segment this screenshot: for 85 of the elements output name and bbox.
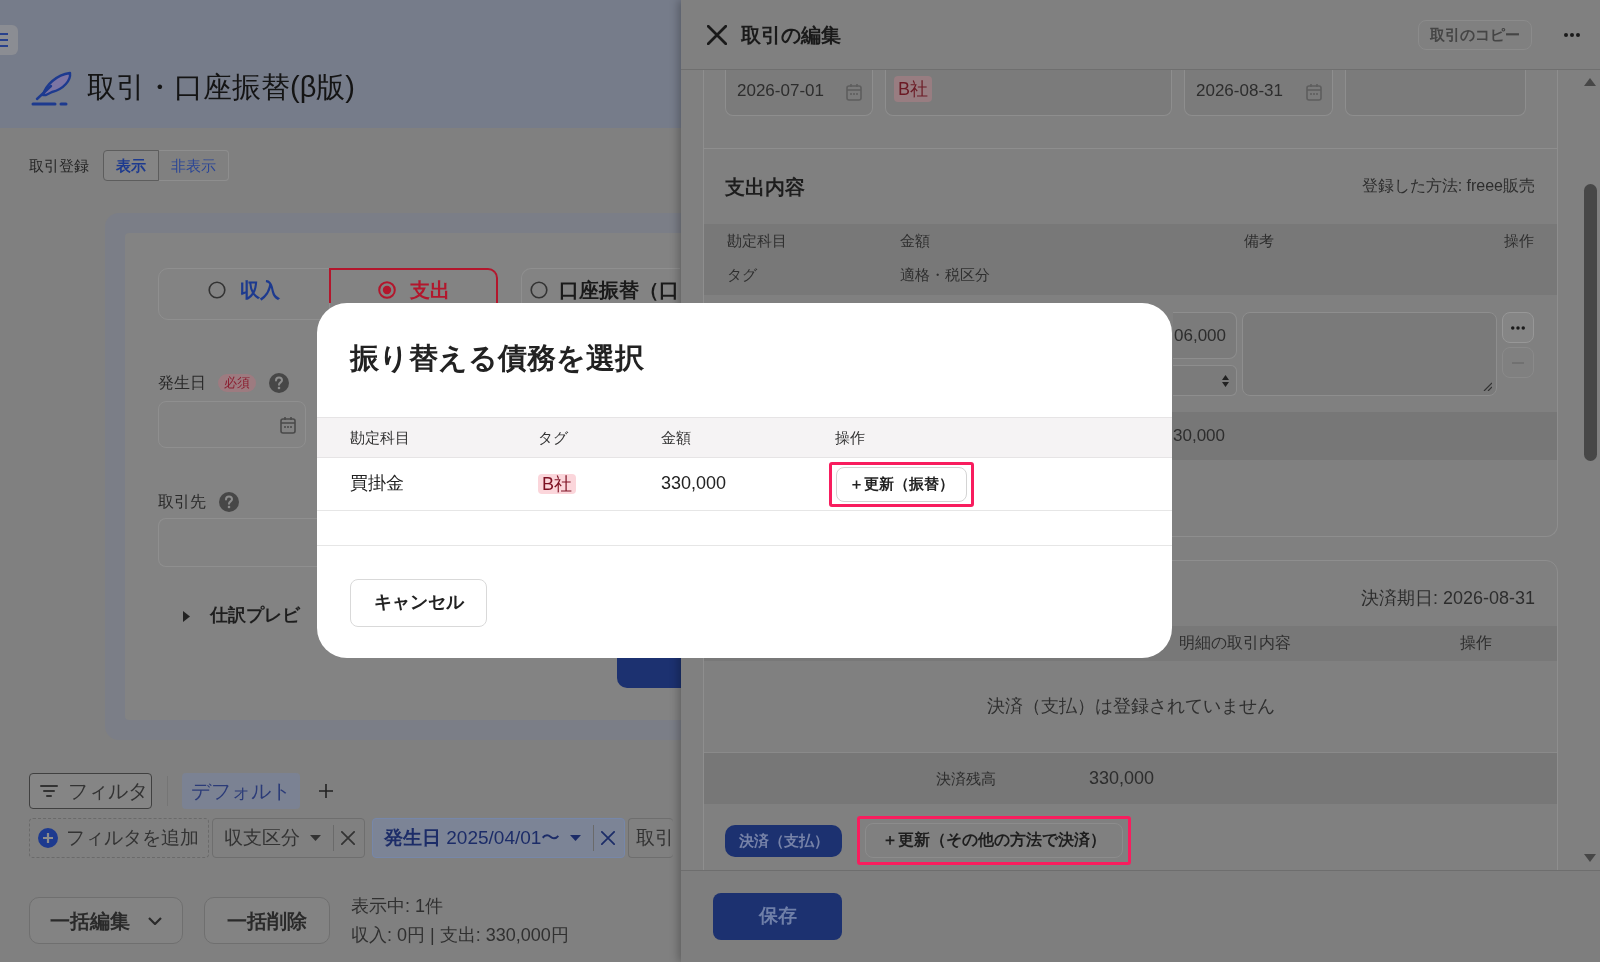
column-header: 明細の取引内容: [1179, 633, 1291, 654]
field-label: 取引登録: [29, 155, 89, 176]
close-button[interactable]: [707, 24, 727, 45]
more-button[interactable]: [1502, 312, 1534, 343]
remove-button[interactable]: [1502, 347, 1534, 378]
column-header: 操作: [1504, 231, 1534, 251]
radio-selected-icon: [377, 281, 396, 299]
more-icon: [1511, 325, 1525, 330]
toggle-option[interactable]: 非表示: [159, 150, 229, 181]
scrollbar-thumb[interactable]: [1583, 184, 1597, 461]
chevron-down-icon: [148, 916, 162, 925]
status-badge: 決済（支払）: [725, 824, 842, 857]
required-badge: 必須: [218, 373, 256, 393]
calendar-icon: [1306, 82, 1322, 101]
help-icon: [269, 373, 289, 393]
section-title: 支出内容: [725, 174, 805, 199]
balance-amount: 330,000: [1089, 766, 1155, 790]
empty-message: 決済（支払）は登録されていません: [986, 694, 1275, 718]
column-header: タグ: [727, 265, 758, 285]
sort-arrows-icon: [1222, 374, 1229, 387]
column-header: 金額: [661, 427, 692, 448]
resize-grip-icon: [1483, 382, 1492, 391]
tag: B社: [894, 76, 932, 102]
update-button[interactable]: ＋更新（その他の方法で決済）: [865, 823, 1123, 858]
caret-down-icon: [310, 835, 321, 841]
dropdown-button[interactable]: 一括編集: [29, 897, 183, 944]
date-field[interactable]: 2026-07-01: [725, 70, 873, 116]
delete-button[interactable]: 一括削除: [204, 897, 330, 944]
filter-chip[interactable]: 発生日 2025/04/01〜: [372, 818, 626, 858]
radio-icon: [530, 281, 548, 299]
column-header: タグ: [538, 427, 569, 448]
source-text: 登録した方法: freee販売: [1361, 176, 1535, 197]
toggle-option[interactable]: 表示: [103, 150, 159, 181]
column-header: 勘定科目: [350, 427, 411, 448]
filter-button[interactable]: フィルタ: [29, 773, 152, 809]
amount-field[interactable]: 06,000: [1173, 312, 1237, 359]
menu-icon: [0, 33, 8, 47]
close-icon[interactable]: [341, 831, 355, 845]
page-title: 取引・口座振替(β版): [87, 70, 355, 105]
date-field[interactable]: 2026-08-31: [1184, 70, 1333, 116]
result-count: 表示中: 1件: [351, 894, 444, 918]
calendar-icon: [280, 415, 296, 434]
column-header: 操作: [834, 427, 865, 448]
drawer-title: 取引の編集: [741, 22, 841, 47]
more-button[interactable]: [1564, 32, 1580, 37]
due-date: 決済期日: 2026-08-31: [1360, 588, 1535, 608]
radio-icon: [208, 281, 226, 299]
add-filter-button[interactable]: フィルタを追加: [29, 818, 209, 858]
update-button[interactable]: ＋更新（振替）: [836, 466, 967, 502]
cancel-button[interactable]: キャンセル: [350, 579, 487, 627]
calendar-icon: [846, 82, 862, 101]
column-header: 操作: [1460, 633, 1492, 654]
subtotal-amount: 30,000: [1173, 424, 1225, 447]
more-icon: [1564, 32, 1580, 37]
table-cell: 330,000: [661, 473, 727, 494]
totals-text: 収入: 0円 | 支出: 330,000円: [351, 923, 569, 947]
scroll-up-icon[interactable]: [1584, 78, 1596, 86]
table-cell: 買掛金: [350, 473, 404, 494]
menu-button[interactable]: [0, 25, 18, 55]
save-button[interactable]: 保存: [713, 893, 842, 940]
note-textarea[interactable]: [1242, 312, 1497, 396]
column-header: 適格・税区分: [900, 265, 991, 285]
input-field[interactable]: [1345, 70, 1526, 116]
select-field[interactable]: [1173, 365, 1237, 396]
help-icon: [219, 492, 239, 512]
close-icon[interactable]: [601, 831, 616, 845]
filter-icon: [40, 784, 58, 798]
scroll-down-icon[interactable]: [1584, 854, 1596, 862]
preset-tab[interactable]: デフォルト: [182, 773, 300, 809]
field-label: 発生日: [158, 372, 206, 393]
column-header: 備考: [1244, 231, 1275, 251]
plus-icon[interactable]: [318, 783, 334, 799]
tag-field[interactable]: B社: [885, 70, 1172, 116]
filter-chip[interactable]: 収支区分: [212, 818, 365, 858]
balance-label: 決済残高: [936, 768, 996, 789]
plus-circle-icon: [38, 828, 58, 848]
preview-toggle[interactable]: 仕訳プレビ: [158, 604, 300, 628]
dialog-title: 振り替える債務を選択: [348, 341, 645, 376]
caret-down-icon: [570, 835, 582, 841]
column-header: 金額: [900, 231, 931, 251]
tag: B社: [538, 473, 576, 494]
field-label: 取引先: [158, 491, 206, 512]
column-header: 勘定科目: [727, 231, 788, 251]
close-icon: [707, 24, 727, 45]
date-input[interactable]: [158, 401, 306, 448]
